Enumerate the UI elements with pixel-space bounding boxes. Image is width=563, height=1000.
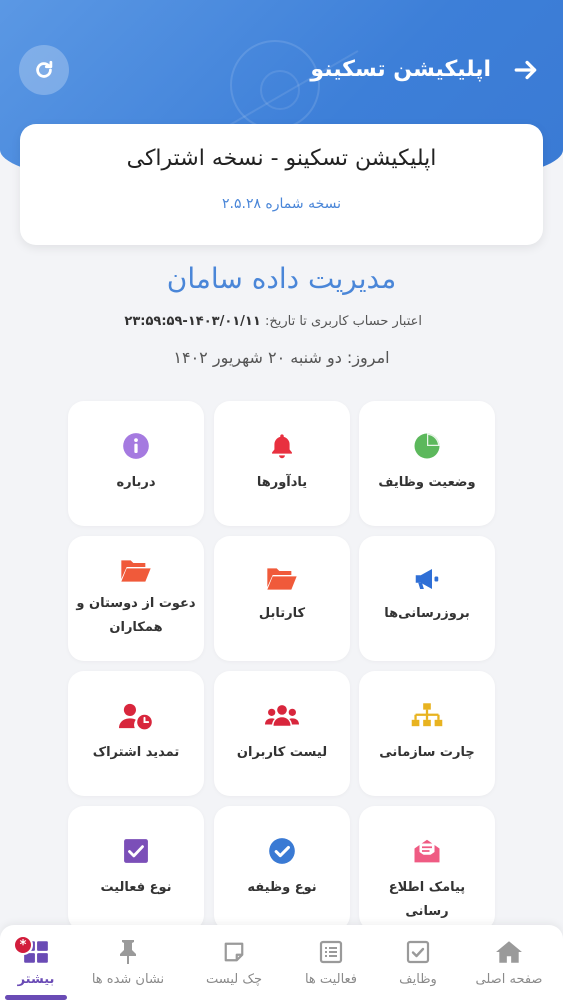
app-edition-title: اپلیکیشن تسکینو - نسخه اشتراکی — [126, 146, 437, 171]
tile-label: کارتابل — [258, 606, 306, 621]
tile-label: لیست کاربران — [236, 745, 328, 760]
tile-label: تمدید اشتراک — [92, 745, 180, 760]
tile-label: نوع فعالیت — [100, 880, 172, 895]
tile-label: نوع وظیفه — [247, 880, 317, 895]
validity-date: ۱۴۰۳/۰۱/۱۱-۲۳:۵۹:۵۹ — [124, 314, 261, 329]
today-date: امروز: دو شنبه ۲۰ شهریور ۱۴۰۲ — [173, 348, 390, 367]
notification-badge: * — [13, 935, 33, 955]
nav-item-activities[interactable]: فعالیت ها — [285, 925, 377, 1000]
nav-label: بیشتر — [17, 972, 55, 987]
tile-label: یادآورها — [256, 475, 308, 490]
page-title: اپلیکیشن تسکینو — [310, 57, 491, 82]
tile-sms-notification[interactable]: پیامک اطلاع رسانی — [359, 806, 495, 931]
check-circle-icon — [269, 838, 295, 864]
tile-label: وضعیت وظایف — [378, 475, 476, 490]
home-icon — [496, 941, 522, 963]
nav-label: صفحه اصلی — [475, 972, 543, 987]
tile-activity-type[interactable]: نوع فعالیت — [68, 806, 204, 931]
back-button[interactable] — [511, 55, 541, 85]
users-icon — [265, 705, 299, 726]
validity-label: اعتبار حساب کاربری تا تاریخ: — [264, 314, 422, 329]
nav-item-home[interactable]: صفحه اصلی — [463, 925, 555, 1000]
bell-icon — [272, 434, 292, 459]
nav-item-more[interactable]: بیشتر — [0, 925, 82, 1000]
tile-user-list[interactable]: لیست کاربران — [214, 671, 350, 796]
nav-item-bookmarked[interactable]: نشان شده ها — [82, 925, 174, 1000]
tile-task-status[interactable]: وضعیت وظایف — [359, 401, 495, 526]
nav-label: نشان شده ها — [91, 972, 165, 987]
pie-chart-icon — [414, 433, 440, 459]
tile-cartable[interactable]: کارتابل — [214, 536, 350, 661]
megaphone-icon — [415, 569, 439, 589]
folder-open-icon — [121, 560, 151, 582]
info-icon — [123, 433, 149, 459]
arrow-right-icon — [514, 60, 537, 80]
list-icon — [319, 940, 343, 964]
nav-label: فعالیت ها — [304, 972, 358, 987]
tile-task-type[interactable]: نوع وظیفه — [214, 806, 350, 931]
refresh-icon — [36, 60, 53, 78]
app-version: نسخه شماره ۲.۵.۲۸ — [222, 196, 341, 212]
tile-renew-subscription[interactable]: تمدید اشتراک — [68, 671, 204, 796]
account-validity: اعتبار حساب کاربری تا تاریخ: ۱۴۰۳/۰۱/۱۱-… — [124, 314, 422, 329]
nav-item-tasks[interactable]: وظایف — [372, 925, 464, 1000]
refresh-button[interactable] — [19, 45, 69, 95]
user-clock-icon — [119, 703, 152, 730]
tile-updates[interactable]: بروزرسانی‌ها — [359, 536, 495, 661]
tile-label: پیامک اطلاع رسانی — [388, 880, 466, 919]
tile-label: بروزرسانی‌ها — [384, 606, 470, 621]
folder-open-icon — [267, 568, 297, 590]
note-icon — [224, 942, 244, 962]
check-box-icon — [406, 940, 430, 964]
tile-label: دعوت از دوستان و همکاران — [76, 596, 196, 635]
nav-label: چک لیست — [205, 972, 263, 987]
tile-label: چارت سازمانی — [379, 745, 475, 760]
nav-item-checklist[interactable]: چک لیست — [188, 925, 280, 1000]
nav-label: وظایف — [399, 972, 437, 987]
bottom-navigation: صفحه اصلی وظایف فعالیت ها چک لیست نشان ش… — [0, 925, 563, 1000]
check-square-icon — [124, 839, 148, 863]
active-tab-indicator — [5, 995, 67, 1000]
app-info-card: اپلیکیشن تسکینو - نسخه اشتراکی نسخه شمار… — [20, 124, 543, 245]
tile-invite[interactable]: دعوت از دوستان و همکاران — [68, 536, 204, 661]
tile-reminders[interactable]: یادآورها — [214, 401, 350, 526]
pin-icon — [120, 940, 136, 964]
tile-about[interactable]: درباره — [68, 401, 204, 526]
tile-org-chart[interactable]: چارت سازمانی — [359, 671, 495, 796]
org-chart-icon — [411, 703, 443, 727]
tile-label: درباره — [116, 475, 156, 490]
company-name: مدیریت داده سامان — [166, 262, 397, 295]
envelope-open-icon — [414, 839, 440, 863]
